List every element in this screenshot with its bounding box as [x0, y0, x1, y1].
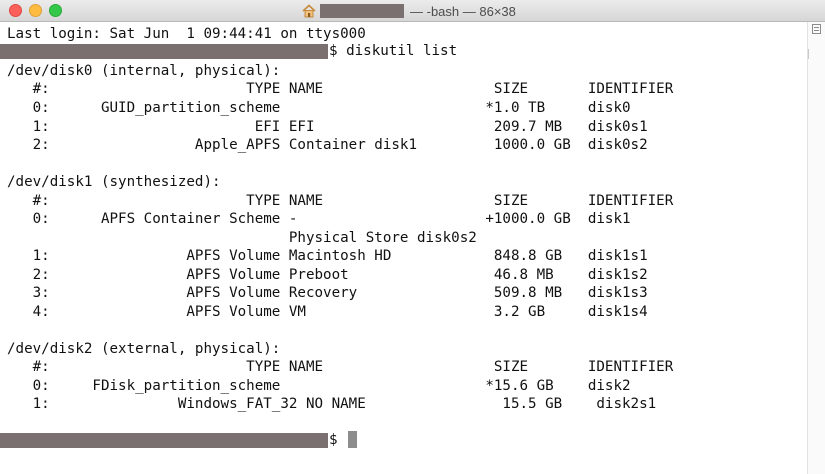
terminal-line: /dev/disk0 (internal, physical):	[7, 63, 281, 79]
terminal-window: — -bash — 86×38 Last login: Sat Jun 1 09…	[0, 0, 825, 474]
scrollbar[interactable]	[807, 22, 825, 474]
window-title: — -bash — 86×38	[302, 3, 516, 19]
window-title-text: — -bash — 86×38	[410, 3, 516, 19]
terminal-line: 3: APFS Volume Recovery 509.8 MB disk1s3	[7, 285, 648, 301]
terminal-line: 1: Windows_FAT_32 NO NAME 15.5 GB disk2s…	[7, 396, 657, 412]
scroll-marker	[808, 49, 812, 59]
redacted-prompt	[0, 44, 328, 59]
terminal-line: #: TYPE NAME SIZE IDENTIFIER	[7, 193, 674, 209]
text-cursor	[348, 431, 357, 448]
terminal-line: #: TYPE NAME SIZE IDENTIFIER	[7, 359, 674, 375]
redacted-prompt	[0, 433, 328, 448]
terminal-output[interactable]: Last login: Sat Jun 1 09:44:41 on ttys00…	[0, 22, 807, 474]
terminal-line: 2: Apple_APFS Container disk1 1000.0 GB …	[7, 137, 648, 153]
terminal-line: /dev/disk2 (external, physical):	[7, 341, 281, 357]
maximize-button[interactable]	[49, 4, 62, 17]
home-icon	[302, 4, 316, 18]
terminal-line: #: TYPE NAME SIZE IDENTIFIER	[7, 81, 674, 97]
title-bar[interactable]: — -bash — 86×38	[0, 0, 825, 22]
terminal-line: $ diskutil list	[329, 43, 458, 59]
terminal-line: Last login: Sat Jun 1 09:44:41 on ttys00…	[7, 26, 366, 42]
terminal-line: 1: APFS Volume Macintosh HD 848.8 GB dis…	[7, 248, 648, 264]
redacted-user-name	[320, 4, 404, 18]
terminal-line: 0: APFS Container Scheme - +1000.0 GB di…	[7, 211, 631, 227]
marks-icon[interactable]	[812, 24, 821, 34]
close-button[interactable]	[9, 4, 22, 17]
terminal-line: 0: GUID_partition_scheme *1.0 TB disk0	[7, 100, 631, 116]
terminal-line: 1: EFI EFI 209.7 MB disk0s1	[7, 119, 648, 135]
terminal-line: Physical Store disk0s2	[7, 230, 477, 246]
terminal-line: 0: FDisk_partition_scheme *15.6 GB disk2	[7, 378, 631, 394]
terminal-line: $	[329, 432, 347, 448]
minimize-button[interactable]	[29, 4, 42, 17]
terminal-line: /dev/disk1 (synthesized):	[7, 174, 221, 190]
terminal-line: 4: APFS Volume VM 3.2 GB disk1s4	[7, 304, 648, 320]
terminal-line: 2: APFS Volume Preboot 46.8 MB disk1s2	[7, 267, 648, 283]
